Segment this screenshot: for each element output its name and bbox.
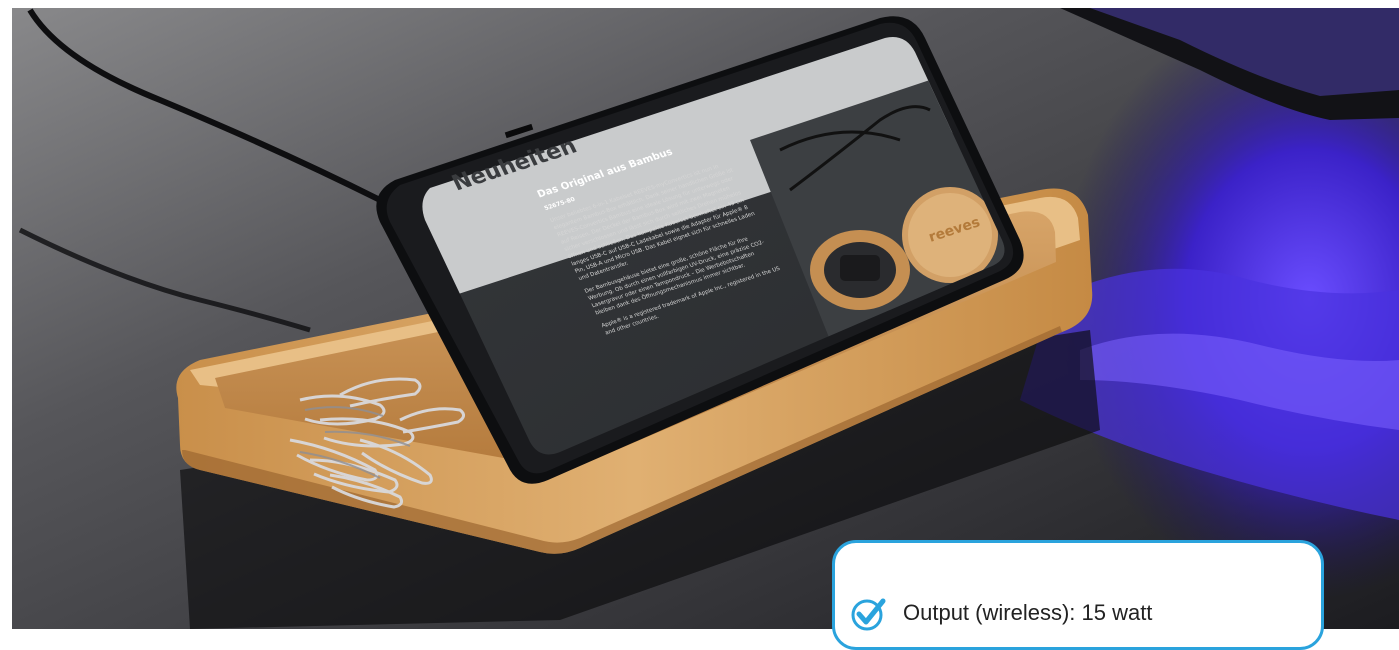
check-circle-icon	[851, 598, 886, 631]
feature-card: Output (wireless): 15 watt	[832, 540, 1324, 650]
feature-text: Output (wireless): 15 watt	[903, 600, 1153, 625]
product-photo: Neuheiten Das Original aus Bambus 52675-…	[0, 0, 1399, 629]
feature-row: Output (wireless): 15 watt	[849, 593, 1152, 633]
